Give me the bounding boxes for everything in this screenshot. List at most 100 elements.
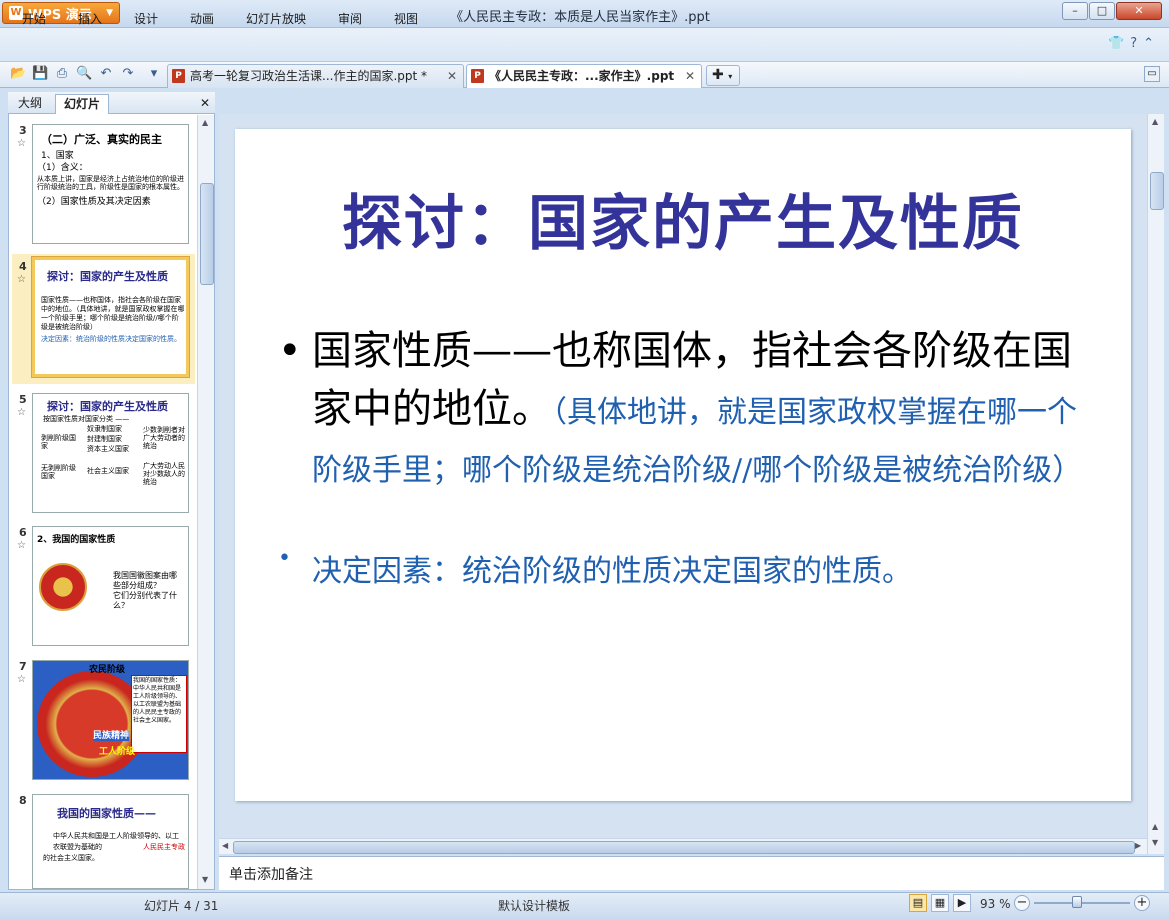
window-title: 《人民民主专政：本质是人民当家作主》.ppt	[450, 10, 710, 25]
slide-thumbnail-4[interactable]: 探讨：国家的产生及性质 国家性质——也称国体，指社会各阶级在国家中的地位。（具体…	[32, 257, 189, 377]
ribbon-toggle-icon[interactable]: ⌃	[1143, 36, 1154, 54]
bullet-2-text: 决定因素：统治阶级的性质决定国家的性质。	[312, 554, 912, 589]
tab-label: 高考一轮复习政治生活课...作主的国家.ppt *	[190, 69, 428, 83]
undo-icon[interactable]: ↶	[98, 66, 114, 82]
slide-counter: 幻灯片 4 / 31	[144, 899, 219, 913]
save-icon[interactable]: 💾	[32, 66, 48, 82]
maximize-button[interactable]: □	[1089, 2, 1115, 20]
tab-slides[interactable]: 幻灯片	[55, 94, 110, 114]
zoom-slider-track[interactable]	[1034, 902, 1130, 904]
bullet-icon: •	[278, 546, 291, 571]
thumb-title: 2、我国的国家性质	[37, 535, 116, 545]
slide-sorter-view-button[interactable]: ▦	[931, 894, 949, 912]
customize-toolbar-icon[interactable]: ▾	[146, 66, 162, 82]
slide-number: 8	[19, 794, 27, 807]
menu-animation[interactable]: 动画	[190, 10, 214, 27]
animation-star-icon: ☆	[17, 407, 26, 418]
menu-insert[interactable]: 插入	[78, 10, 102, 27]
slide-number: 6	[19, 526, 27, 539]
thumb-line: 人民民主专政	[143, 843, 185, 851]
print-preview-icon[interactable]: 🔍	[76, 66, 92, 82]
help-icon[interactable]: ?	[1130, 36, 1137, 54]
menu-view[interactable]: 视图	[394, 10, 418, 27]
scroll-thumb[interactable]	[200, 183, 214, 285]
thumb-line: （2）国家性质及其决定因素	[37, 197, 151, 207]
scroll-thumb[interactable]	[233, 841, 1135, 854]
thumb-line: 的社会主义国家。	[43, 854, 99, 862]
slide-number: 5	[19, 393, 27, 406]
slide-title[interactable]: 探讨：国家的产生及性质	[235, 175, 1131, 262]
thumb-line: 资本主义国家	[87, 445, 129, 453]
thumb-line: 广大劳动人民对少数敌人的统治	[143, 462, 185, 486]
slide-thumbnail-7[interactable]: 农民阶级 我国的国家性质：中华人民共和国是工人阶级领导的、以工农联盟为基础的人民…	[32, 660, 189, 780]
scroll-right-icon[interactable]: ▶	[1135, 841, 1141, 850]
menu-slideshow[interactable]: 幻灯片放映	[246, 10, 306, 27]
thumb-line: 民族精神	[93, 731, 130, 741]
thumb-line: 我国的国家性质：中华人民共和国是工人阶级领导的、以工农联盟为基础的人民民主专政的…	[131, 675, 187, 753]
scroll-down-icon[interactable]: ▼	[202, 875, 208, 884]
scroll-left-icon[interactable]: ◀	[222, 841, 228, 850]
notes-placeholder[interactable]: 单击添加备注	[229, 864, 313, 884]
scroll-up-icon[interactable]: ▲	[1152, 117, 1158, 126]
slide-thumbnail-8[interactable]: 我国的国家性质—— 中华人民共和国是工人阶级领导的、以工农联盟为基础的 人民民主…	[32, 794, 189, 889]
tab-label: 《人民民主专政：...家作主》.ppt	[489, 69, 675, 83]
scroll-thumb[interactable]	[1150, 172, 1164, 210]
skin-icon[interactable]: 👕	[1108, 36, 1124, 54]
close-button[interactable]: ✕	[1116, 2, 1162, 20]
minimize-button[interactable]: –	[1062, 2, 1088, 20]
design-template-name: 默认设计模板	[498, 899, 571, 913]
slide-thumbnail-6[interactable]: 2、我国的国家性质 我国国徽图案由哪些部分组成？ 它们分别代表了什么？	[32, 526, 189, 646]
national-emblem-image	[39, 563, 87, 611]
scroll-up-icon[interactable]: ▲	[202, 118, 208, 127]
new-tab-button[interactable]: ✚ ▾	[706, 65, 740, 86]
print-icon[interactable]: ⎙	[54, 66, 70, 82]
app-menu-button[interactable]: W WPS 演示 ▼	[2, 2, 120, 24]
thumb-line: （1）含义：	[37, 163, 88, 173]
slide-thumbnail-3[interactable]: （二）广泛、真实的民主 1、国家 （1）含义： 从本质上讲，国家是经济上占统治地…	[32, 124, 189, 244]
slideshow-view-button[interactable]: ▶	[953, 894, 971, 912]
ppt-file-icon: P	[471, 69, 484, 83]
prev-slide-icon[interactable]: ▲	[1152, 822, 1158, 831]
slide-number: 4	[19, 260, 27, 273]
chevron-down-icon: ▼	[106, 8, 113, 18]
thumb-line: 国家性质——也称国体，指社会各阶级在国家中的地位。（具体地讲，就是国家政权掌握在…	[41, 296, 185, 331]
slide-number: 7	[19, 660, 27, 673]
zoom-in-button[interactable]: +	[1134, 895, 1150, 911]
slide-thumbnail-5[interactable]: 探讨：国家的产生及性质 按国家性质对国家分类 —— 剥削阶级国家 奴隶制国家 封…	[32, 393, 189, 513]
thumb-line: 剥削阶级国家	[41, 434, 76, 450]
layout-toggle-icon[interactable]: ▭	[1144, 66, 1160, 82]
close-panel-icon[interactable]: ✕	[200, 96, 210, 110]
thumb-line: 奴隶制国家	[87, 425, 122, 433]
thumb-title: 我国的国家性质——	[57, 807, 156, 820]
bullet-icon: •	[278, 328, 302, 374]
slide-number: 3	[19, 124, 27, 137]
zoom-level[interactable]: 93 %	[980, 897, 1011, 911]
ppt-file-icon: P	[172, 69, 185, 83]
thumbnail-scrollbar[interactable]: ▲ ▼	[197, 115, 214, 889]
zoom-out-button[interactable]: −	[1014, 895, 1030, 911]
menu-home[interactable]: 开始	[22, 10, 46, 27]
thumb-title: （二）广泛、真实的民主	[41, 133, 162, 146]
thumb-line: 从本质上讲，国家是经济上占统治地位的阶级进行阶级统治的工具，阶级性是国家的根本属…	[37, 175, 184, 191]
tab-document-1[interactable]: P 高考一轮复习政治生活课...作主的国家.ppt * ✕	[167, 64, 464, 88]
thumb-title: 探讨：国家的产生及性质	[47, 270, 168, 283]
slide-horizontal-scrollbar[interactable]: ◀ ▶	[219, 838, 1147, 854]
thumb-line: 决定因素：统治阶级的性质决定国家的性质。	[41, 335, 181, 343]
tab-outline[interactable]: 大纲	[10, 94, 50, 114]
slide-vertical-scrollbar[interactable]: ▲ ▲ ▼	[1147, 114, 1164, 854]
animation-star-icon: ☆	[17, 540, 26, 551]
notes-pane[interactable]	[219, 856, 1164, 890]
close-tab-icon[interactable]: ✕	[685, 65, 695, 87]
open-icon[interactable]: 📂	[10, 66, 26, 82]
next-slide-icon[interactable]: ▼	[1152, 838, 1158, 847]
redo-icon[interactable]: ↷	[120, 66, 136, 82]
tab-document-2[interactable]: P 《人民民主专政：...家作主》.ppt ✕	[466, 64, 702, 88]
zoom-slider-handle[interactable]	[1072, 896, 1082, 908]
animation-star-icon: ☆	[17, 274, 26, 285]
wps-logo-icon: W	[9, 6, 23, 20]
normal-view-button[interactable]: ▤	[909, 894, 927, 912]
close-tab-icon[interactable]: ✕	[447, 65, 457, 87]
menu-review[interactable]: 审阅	[338, 10, 362, 27]
menu-design[interactable]: 设计	[134, 10, 158, 27]
animation-star-icon: ☆	[17, 674, 26, 685]
